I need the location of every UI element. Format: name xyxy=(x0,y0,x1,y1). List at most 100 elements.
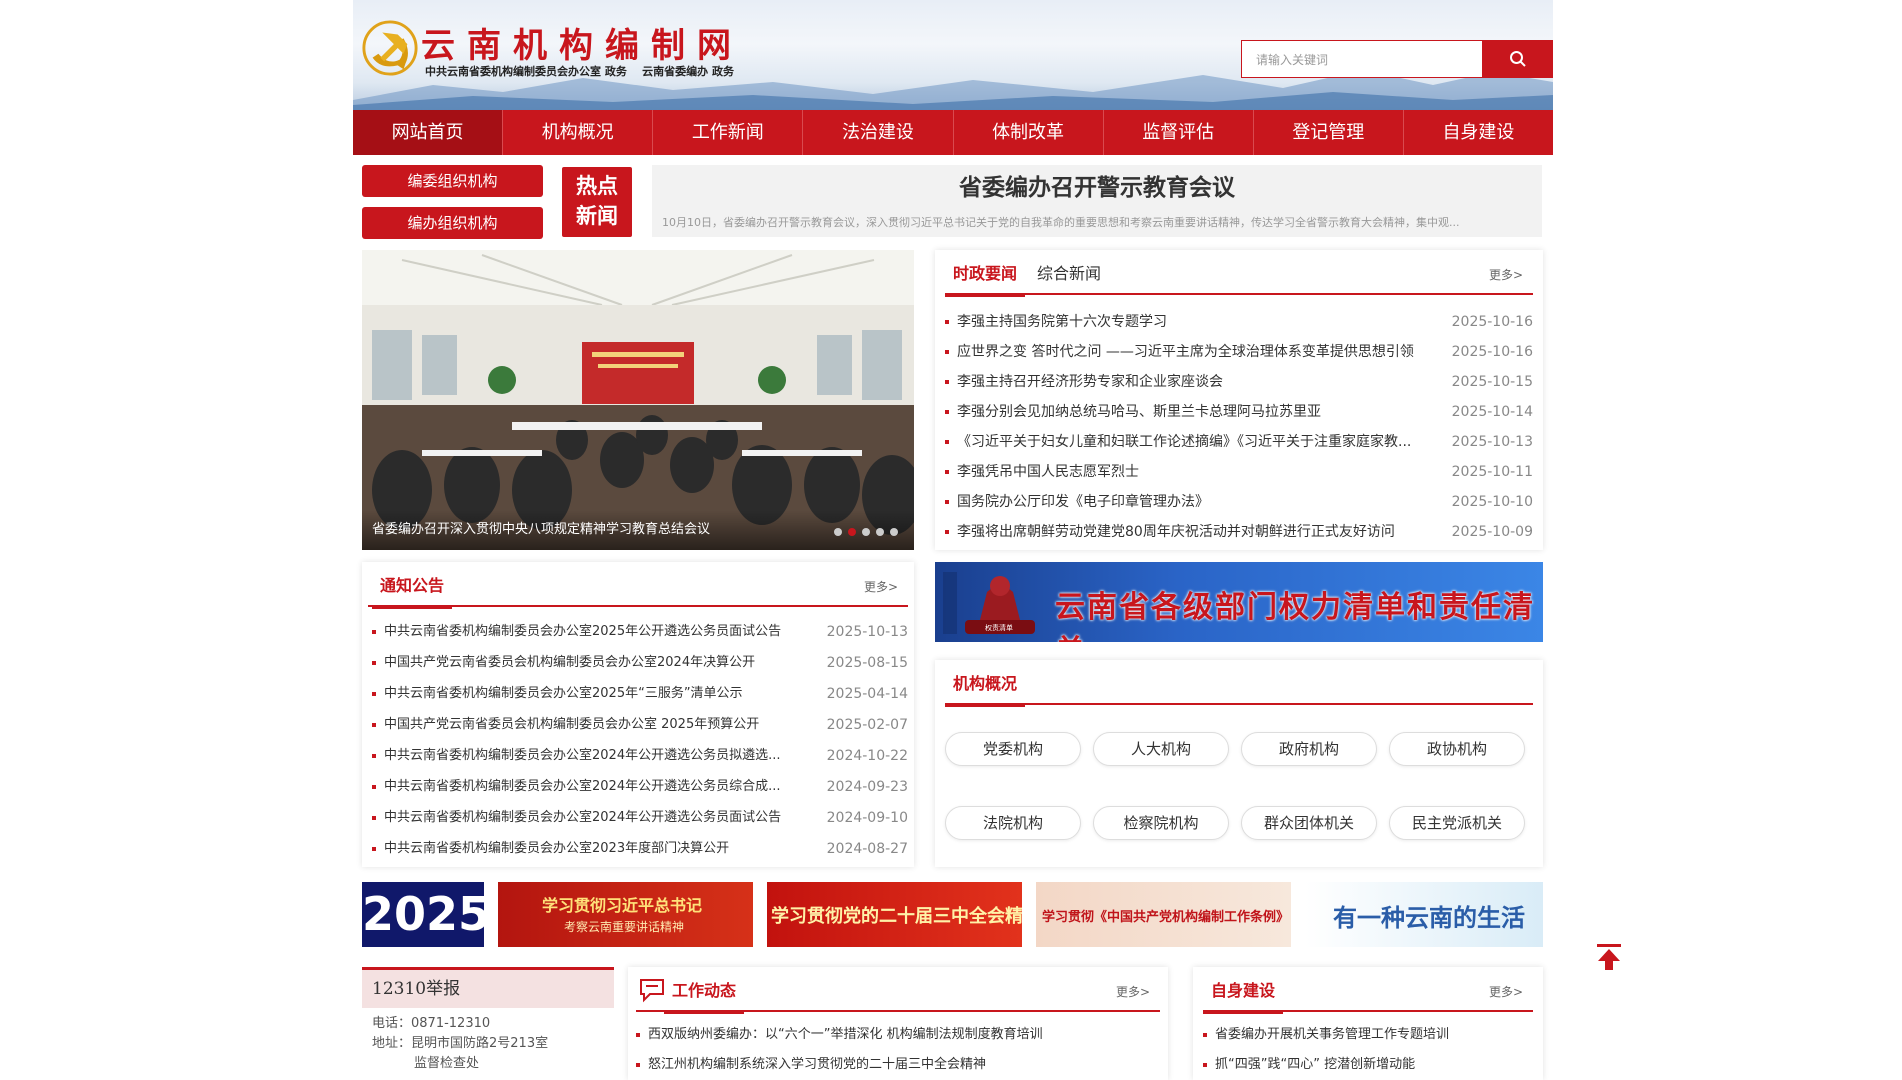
work-item[interactable]: 怒江州机构编制系统深入学习贯彻党的二十届三中全会精神 xyxy=(636,1050,1160,1080)
org-tag-government[interactable]: 政府机构 xyxy=(1241,732,1377,766)
search-input[interactable]: 请输入关键词 xyxy=(1241,40,1483,78)
self-title[interactable]: 省委编办开展机关事务管理工作专题培训 xyxy=(1215,1020,1525,1050)
work-more-link[interactable]: 更多> xyxy=(1116,983,1150,1000)
org-tag-procuratorate[interactable]: 检察院机构 xyxy=(1093,806,1229,840)
news-title[interactable]: 李强主持国务院第十六次专题学习 xyxy=(957,307,1437,337)
news-title[interactable]: 李强主持召开经济形势专家和企业家座谈会 xyxy=(957,367,1437,397)
org-tag-democratic-party[interactable]: 民主党派机关 xyxy=(1389,806,1525,840)
nav-rule-of-law[interactable]: 法治建设 xyxy=(803,110,954,155)
notice-item[interactable]: 中国共产党云南省委员会机构编制委员会办公室2024年决算公开 2025-08-15 xyxy=(372,648,908,679)
self-panel-title[interactable]: 自身建设 xyxy=(1202,977,1284,1014)
photo-slider[interactable]: 省委编办召开深入贯彻中央八项规定精神学习教育总结会议 xyxy=(362,250,914,550)
notice-item[interactable]: 中共云南省委机构编制委员会办公室2025年公开遴选公务员面试公告 2025-10-… xyxy=(372,617,908,648)
hot-news-title[interactable]: 省委编办召开警示教育会议 xyxy=(652,168,1542,202)
org-tag-court[interactable]: 法院机构 xyxy=(945,806,1081,840)
notice-title[interactable]: 中共云南省委机构编制委员会办公室2024年公开遴选公务员拟遴选... xyxy=(384,741,824,771)
nav-registration[interactable]: 登记管理 xyxy=(1254,110,1404,155)
nav-home[interactable]: 网站首页 xyxy=(353,110,504,155)
self-item[interactable]: 抓“四强”践“四心” 挖潜创新增动能 xyxy=(1203,1050,1533,1080)
office-org-button[interactable]: 编办组织机构 xyxy=(362,207,543,239)
party-emblem-icon xyxy=(362,20,418,76)
notice-date: 2025-08-15 xyxy=(826,655,908,671)
promo-regulation[interactable]: 学习贯彻《中国共产党机构编制工作条例》 xyxy=(1036,882,1291,947)
self-item[interactable]: 省委编办开展机关事务管理工作专题培训 xyxy=(1203,1020,1533,1050)
nav-work-news[interactable]: 工作新闻 xyxy=(653,110,804,155)
promo-2025[interactable]: 2025 xyxy=(362,882,484,947)
news-title[interactable]: 李强分别会见加纳总统马哈马、斯里兰卡总理阿马拉苏里亚 xyxy=(957,397,1437,427)
news-title[interactable]: 李强将出席朝鲜劳动党建党80周年庆祝活动并对朝鲜进行正式友好访问 xyxy=(957,517,1437,547)
notice-title[interactable]: 中共云南省委机构编制委员会办公室2024年公开遴选公务员综合成... xyxy=(384,772,824,802)
work-item[interactable]: 西双版纳州委编办：以“六个一”举措深化 机构编制法规制度教育培训 xyxy=(636,1020,1160,1050)
news-item[interactable]: 李强凭吊中国人民志愿军烈士 2025-10-11 xyxy=(945,457,1533,487)
org-overview-title[interactable]: 机构概况 xyxy=(944,670,1026,707)
notice-item[interactable]: 中共云南省委机构编制委员会办公室2024年公开遴选公务员拟遴选... 2024-1… xyxy=(372,741,908,772)
notice-title[interactable]: 中共云南省委机构编制委员会办公室2025年“三服务”清单公示 xyxy=(384,679,824,709)
news-item[interactable]: 李强分别会见加纳总统马哈马、斯里兰卡总理阿马拉苏里亚 2025-10-14 xyxy=(945,397,1533,427)
tab-current-affairs[interactable]: 时政要闻 xyxy=(944,260,1026,297)
news-item[interactable]: 李强主持国务院第十六次专题学习 2025-10-16 xyxy=(945,307,1533,337)
work-panel-title[interactable]: 工作动态 xyxy=(663,977,745,1014)
notice-panel: 通知公告 更多> 中共云南省委机构编制委员会办公室2025年公开遴选公务员面试公… xyxy=(362,562,914,867)
stamp-icon: 权责清单 xyxy=(943,572,1035,634)
tab-general-news[interactable]: 综合新闻 xyxy=(1037,260,1101,284)
org-tag-npc[interactable]: 人大机构 xyxy=(1093,732,1229,766)
slider-caption[interactable]: 省委编办召开深入贯彻中央八项规定精神学习教育总结会议 xyxy=(362,510,914,550)
notice-title[interactable]: 中国共产党云南省委员会机构编制委员会办公室 2025年预算公开 xyxy=(384,710,824,740)
slider-dot[interactable] xyxy=(862,528,870,536)
notice-item[interactable]: 中国共产党云南省委员会机构编制委员会办公室 2025年预算公开 2025-02-0… xyxy=(372,710,908,741)
news-more-link[interactable]: 更多> xyxy=(1489,266,1523,283)
news-title[interactable]: 《习近平关于妇女儿童和妇联工作论述摘编》《习近平关于注重家庭家教... xyxy=(957,427,1437,457)
notice-title[interactable]: 中共云南省委机构编制委员会办公室2023年度部门决算公开 xyxy=(384,834,824,864)
search-button[interactable] xyxy=(1483,40,1553,78)
notice-item[interactable]: 中共云南省委机构编制委员会办公室2025年“三服务”清单公示 2025-04-14 xyxy=(372,679,908,710)
power-list-banner[interactable]: 权责清单 云南省各级部门权力清单和责任清单 xyxy=(935,562,1543,642)
notice-title[interactable]: 中国共产党云南省委员会机构编制委员会办公室2024年决算公开 xyxy=(384,648,824,678)
promo-third-plenum[interactable]: 学习贯彻党的二十届三中全会精神 xyxy=(767,882,1022,947)
news-date: 2025-10-10 xyxy=(1451,494,1533,510)
news-title[interactable]: 应世界之变 答时代之问 ——习近平主席为全球治理体系变革提供思想引领 xyxy=(957,337,1437,367)
slider-dot[interactable] xyxy=(848,528,856,536)
notice-item[interactable]: 中共云南省委机构编制委员会办公室2023年度部门决算公开 2024-08-27 xyxy=(372,834,908,865)
slider-dot[interactable] xyxy=(834,528,842,536)
nav-org-overview[interactable]: 机构概况 xyxy=(503,110,654,155)
promo-study-speech[interactable]: 学习贯彻习近平总书记 考察云南重要讲话精神 xyxy=(498,882,753,947)
report-address-dept: 监督检查处 xyxy=(414,1056,480,1071)
bullet xyxy=(945,410,949,414)
nav-reform[interactable]: 体制改革 xyxy=(954,110,1104,155)
promo-third-plenum-text: 学习贯彻党的二十届三中全会精神 xyxy=(771,906,1022,927)
self-more-link[interactable]: 更多> xyxy=(1489,983,1523,1000)
notice-item[interactable]: 中共云南省委机构编制委员会办公室2024年公开遴选公务员综合成... 2024-0… xyxy=(372,772,908,803)
notice-date: 2025-10-13 xyxy=(826,624,908,640)
self-title[interactable]: 抓“四强”践“四心” 挖潜创新增动能 xyxy=(1215,1050,1525,1080)
notice-title[interactable]: 通知公告 xyxy=(371,572,453,609)
org-tag-party[interactable]: 党委机构 xyxy=(945,732,1081,766)
meeting-photo xyxy=(362,250,914,550)
bullet xyxy=(372,816,376,820)
notice-title[interactable]: 中共云南省委机构编制委员会办公室2025年公开遴选公务员面试公告 xyxy=(384,617,824,647)
nav-supervision[interactable]: 监督评估 xyxy=(1104,110,1254,155)
nav-self-building[interactable]: 自身建设 xyxy=(1404,110,1553,155)
news-item[interactable]: 《习近平关于妇女儿童和妇联工作论述摘编》《习近平关于注重家庭家教... 2025-… xyxy=(945,427,1533,457)
slider-dot[interactable] xyxy=(890,528,898,536)
news-item[interactable]: 李强将出席朝鲜劳动党建党80周年庆祝活动并对朝鲜进行正式友好访问 2025-10-… xyxy=(945,517,1533,547)
notice-more-link[interactable]: 更多> xyxy=(864,578,898,595)
news-title[interactable]: 国务院办公厅印发《电子印章管理办法》 xyxy=(957,487,1437,517)
notice-item[interactable]: 中共云南省委机构编制委员会办公室2024年公开遴选公务员面试公告 2024-09-… xyxy=(372,803,908,834)
news-item[interactable]: 应世界之变 答时代之问 ——习近平主席为全球治理体系变革提供思想引领 2025-1… xyxy=(945,337,1533,367)
news-item[interactable]: 李强主持召开经济形势专家和企业家座谈会 2025-10-15 xyxy=(945,367,1533,397)
slider-dot[interactable] xyxy=(876,528,884,536)
org-tag-mass-org[interactable]: 群众团体机关 xyxy=(1241,806,1377,840)
promo-yunnan-life[interactable]: 有一种云南的生活 xyxy=(1305,882,1543,947)
news-title[interactable]: 李强凭吊中国人民志愿军烈士 xyxy=(957,457,1437,487)
work-title[interactable]: 怒江州机构编制系统深入学习贯彻党的二十届三中全会精神 xyxy=(648,1050,1148,1080)
hot-news-summary[interactable]: 10月10日，省委编办召开警示教育会议，深入贯彻习近平总书记关于党的自我革命的重… xyxy=(662,214,1532,230)
notice-title[interactable]: 中共云南省委机构编制委员会办公室2024年公开遴选公务员面试公告 xyxy=(384,803,824,833)
committee-org-button[interactable]: 编委组织机构 xyxy=(362,165,543,197)
news-item[interactable]: 国务院办公厅印发《电子印章管理办法》 2025-10-10 xyxy=(945,487,1533,517)
work-title[interactable]: 西双版纳州委编办：以“六个一”举措深化 机构编制法规制度教育培训 xyxy=(648,1020,1148,1050)
news-date: 2025-10-16 xyxy=(1451,314,1533,330)
back-to-top-icon[interactable] xyxy=(1595,942,1623,972)
org-tag-cppcc[interactable]: 政协机构 xyxy=(1389,732,1525,766)
hot-news-badge: 热点 新闻 xyxy=(562,167,632,237)
bullet xyxy=(945,530,949,534)
